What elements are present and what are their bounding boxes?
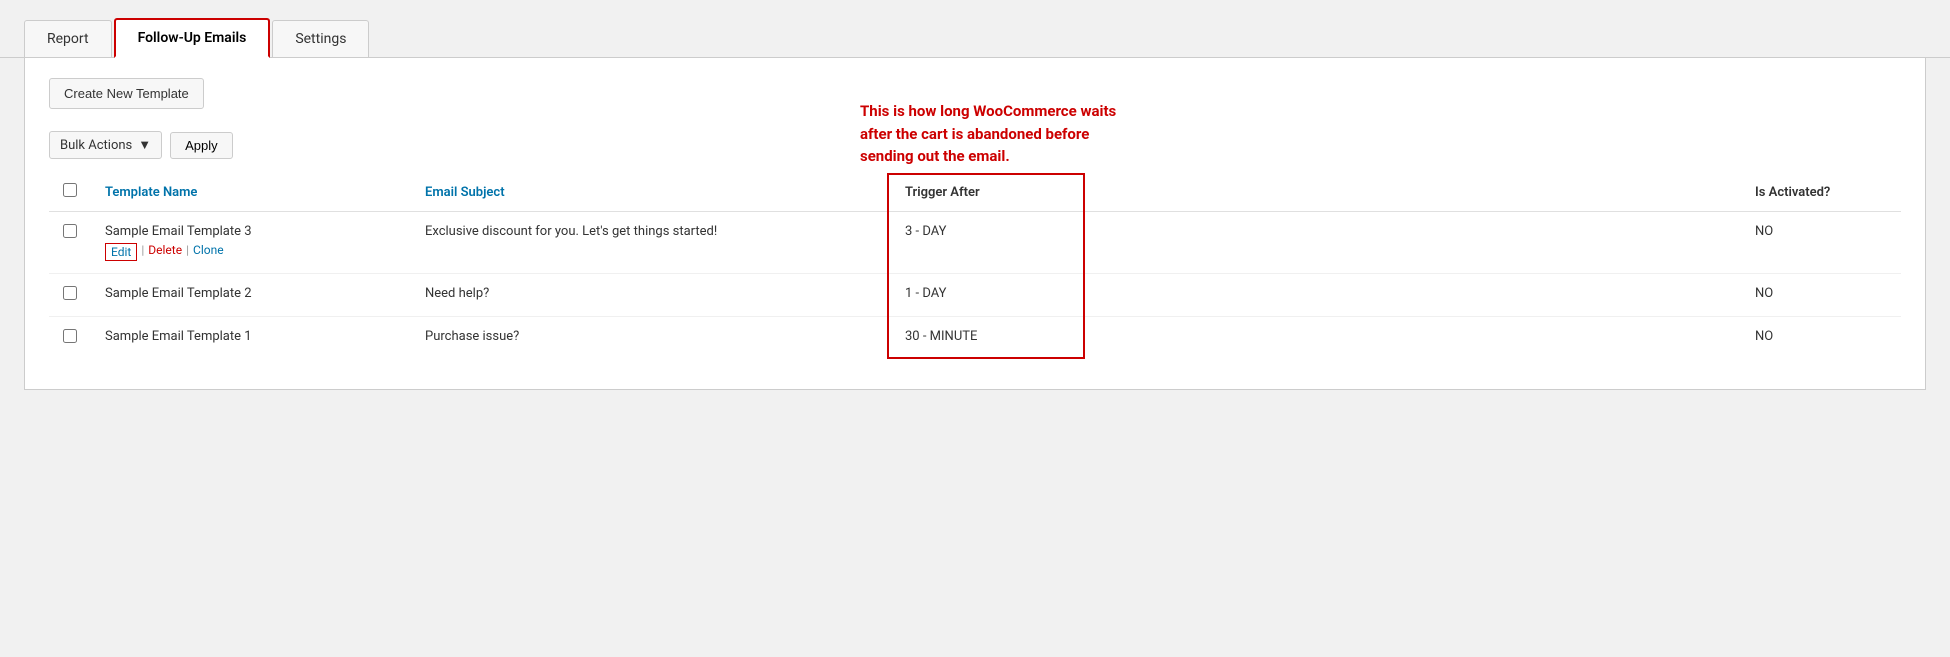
apply-button[interactable]: Apply bbox=[170, 132, 233, 159]
email-table: Template Name Email Subject Trigger Afte… bbox=[49, 173, 1901, 359]
col-header-trigger-after: Trigger After bbox=[891, 173, 1091, 212]
row-checkbox-cell bbox=[49, 317, 91, 360]
col-header-check bbox=[49, 173, 91, 212]
template-name-2: Sample Email Template 2 bbox=[105, 286, 397, 301]
annotation-box: This is how long WooCommerce waits after… bbox=[860, 100, 1116, 168]
annotation-line3: sending out the email. bbox=[860, 145, 1116, 168]
table-row: Sample Email Template 1 Purchase issue? … bbox=[49, 317, 1901, 360]
annotation-line1: This is how long WooCommerce waits bbox=[860, 100, 1116, 123]
email-subject-cell-3: Exclusive discount for you. Let's get th… bbox=[411, 212, 891, 274]
table-wrapper: Template Name Email Subject Trigger Afte… bbox=[49, 173, 1901, 359]
trigger-after-cell-2: 1 - DAY bbox=[891, 274, 1091, 317]
email-subject-cell-1: Purchase issue? bbox=[411, 317, 891, 360]
row-checkbox-1[interactable] bbox=[63, 329, 77, 343]
bulk-actions-select[interactable]: Bulk Actions ▼ bbox=[49, 131, 162, 159]
table-row: Sample Email Template 2 Need help? 1 - D… bbox=[49, 274, 1901, 317]
row-actions-3: Edit | Delete | Clone bbox=[105, 243, 397, 261]
col-header-spacer bbox=[1091, 173, 1741, 212]
create-new-template-button[interactable]: Create New Template bbox=[49, 78, 204, 109]
spacer-cell-2 bbox=[1091, 274, 1741, 317]
select-all-checkbox[interactable] bbox=[63, 183, 77, 197]
delete-button-3[interactable]: Delete bbox=[148, 243, 182, 261]
table-row: Sample Email Template 3 Edit | Delete | … bbox=[49, 212, 1901, 274]
edit-button-3[interactable]: Edit bbox=[105, 243, 137, 261]
template-name-1: Sample Email Template 1 bbox=[105, 329, 397, 344]
row-checkbox-2[interactable] bbox=[63, 286, 77, 300]
trigger-after-cell-1: 30 - MINUTE bbox=[891, 317, 1091, 360]
tabs-bar: Report Follow-Up Emails Settings bbox=[0, 0, 1950, 58]
is-activated-cell-3: NO bbox=[1741, 212, 1901, 274]
bulk-actions-chevron-icon: ▼ bbox=[138, 137, 151, 153]
spacer-cell-3 bbox=[1091, 212, 1741, 274]
clone-button-3[interactable]: Clone bbox=[193, 243, 224, 261]
template-name-cell: Sample Email Template 3 Edit | Delete | … bbox=[91, 212, 411, 274]
col-header-email-subject[interactable]: Email Subject bbox=[411, 173, 891, 212]
is-activated-cell-2: NO bbox=[1741, 274, 1901, 317]
col-header-template-name[interactable]: Template Name bbox=[91, 173, 411, 212]
annotation-line2: after the cart is abandoned before bbox=[860, 123, 1116, 146]
col-header-is-activated: Is Activated? bbox=[1741, 173, 1901, 212]
tab-follow-up-emails[interactable]: Follow-Up Emails bbox=[114, 18, 271, 58]
is-activated-cell-1: NO bbox=[1741, 317, 1901, 360]
template-name-cell: Sample Email Template 2 bbox=[91, 274, 411, 317]
spacer-cell-1 bbox=[1091, 317, 1741, 360]
main-content: This is how long WooCommerce waits after… bbox=[24, 58, 1926, 390]
template-name-3: Sample Email Template 3 bbox=[105, 224, 397, 239]
trigger-after-cell-3: 3 - DAY bbox=[891, 212, 1091, 274]
row-checkbox-cell bbox=[49, 274, 91, 317]
bulk-actions-label: Bulk Actions bbox=[60, 138, 132, 153]
row-checkbox-cell bbox=[49, 212, 91, 274]
email-subject-cell-2: Need help? bbox=[411, 274, 891, 317]
row-checkbox-3[interactable] bbox=[63, 224, 77, 238]
tab-settings[interactable]: Settings bbox=[272, 20, 369, 57]
template-name-cell: Sample Email Template 1 bbox=[91, 317, 411, 360]
tab-report[interactable]: Report bbox=[24, 20, 112, 57]
